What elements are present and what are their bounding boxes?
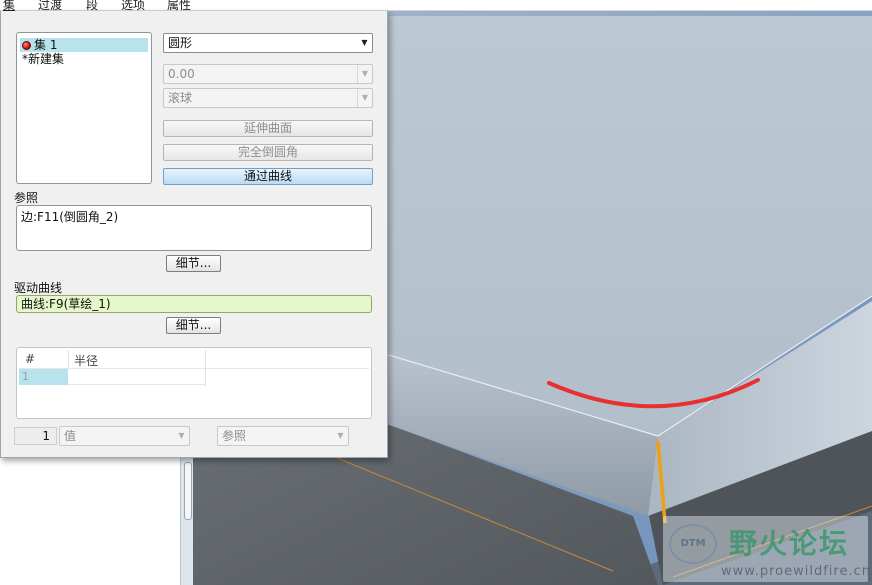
watermark: DTM 野火论坛 www.proewildfire.cn [663,516,871,582]
reference-select-text: 参照 [222,429,247,443]
column-header-radius: 半径 [74,354,99,368]
set-item-label: 集 1 [34,38,58,52]
column-header-number: # [25,352,36,366]
watermark-site-name: 野火论坛 [729,527,850,560]
chevron-down-icon: ▼ [337,431,344,440]
cross-section-shape-select[interactable]: 圆形 ▼ [163,33,373,53]
driving-curve-label: 驱动曲线 [14,281,63,295]
set-list[interactable]: 集 1 *新建集 [16,32,152,184]
watermark-logo: DTM [669,524,717,564]
driving-curve-value: 曲线:F9(草绘_1) [21,297,111,311]
column-divider [68,350,69,368]
references-details-button[interactable]: 细节... [166,255,221,272]
row-number-text: 1 [22,370,29,383]
value-select-text: 值 [64,429,77,443]
watermark-url: www.proewildfire.cn [721,564,871,579]
extend-surface-button[interactable]: 延伸曲面 [163,120,373,137]
references-collector[interactable]: 边:F11(倒圆角_2) [16,205,372,251]
table-cell-radius[interactable] [68,369,205,385]
full-round-button[interactable]: 完全倒圆角 [163,144,373,161]
dashboard-tab-strip: 集 过渡 段 选项 属性 [0,0,872,12]
new-set-item[interactable]: *新建集 [20,52,64,66]
references-value: 边:F11(倒圆角_2) [21,210,119,224]
watermark-logo-text: DTM [680,538,706,549]
chevron-down-icon: ▼ [357,65,372,83]
point-index-field: 1 [14,427,57,445]
table-row-number[interactable]: 1 [19,369,68,385]
chevron-down-icon: ▼ [357,89,372,107]
shape-value: 圆形 [168,36,193,50]
sets-panel: 集 1 *新建集 圆形 ▼ 0.00 ▼ 滚球 ▼ 延伸曲面 完全倒圆角 通过曲… [0,11,388,458]
set-item-1[interactable]: 集 1 [20,38,148,52]
radius-value-select: 0.00 ▼ [163,64,373,84]
creation-method-select: 滚球 ▼ [163,88,373,108]
radius-table: # 半径 1 [16,347,372,419]
references-label: 参照 [14,191,39,205]
driving-curve-collector[interactable]: 曲线:F9(草绘_1) [16,295,372,313]
value-select: 值 ▼ [59,426,190,446]
scrollbar-thumb[interactable] [184,462,192,520]
chevron-down-icon: ▼ [361,38,368,47]
chevron-down-icon: ▼ [178,431,185,440]
driving-curve-details-button[interactable]: 细节... [166,317,221,334]
reference-select: 参照 ▼ [217,426,349,446]
through-curve-button[interactable]: 通过曲线 [163,168,373,185]
method-value: 滚球 [168,91,193,105]
set-status-icon [22,41,31,50]
radius-value: 0.00 [168,67,195,81]
